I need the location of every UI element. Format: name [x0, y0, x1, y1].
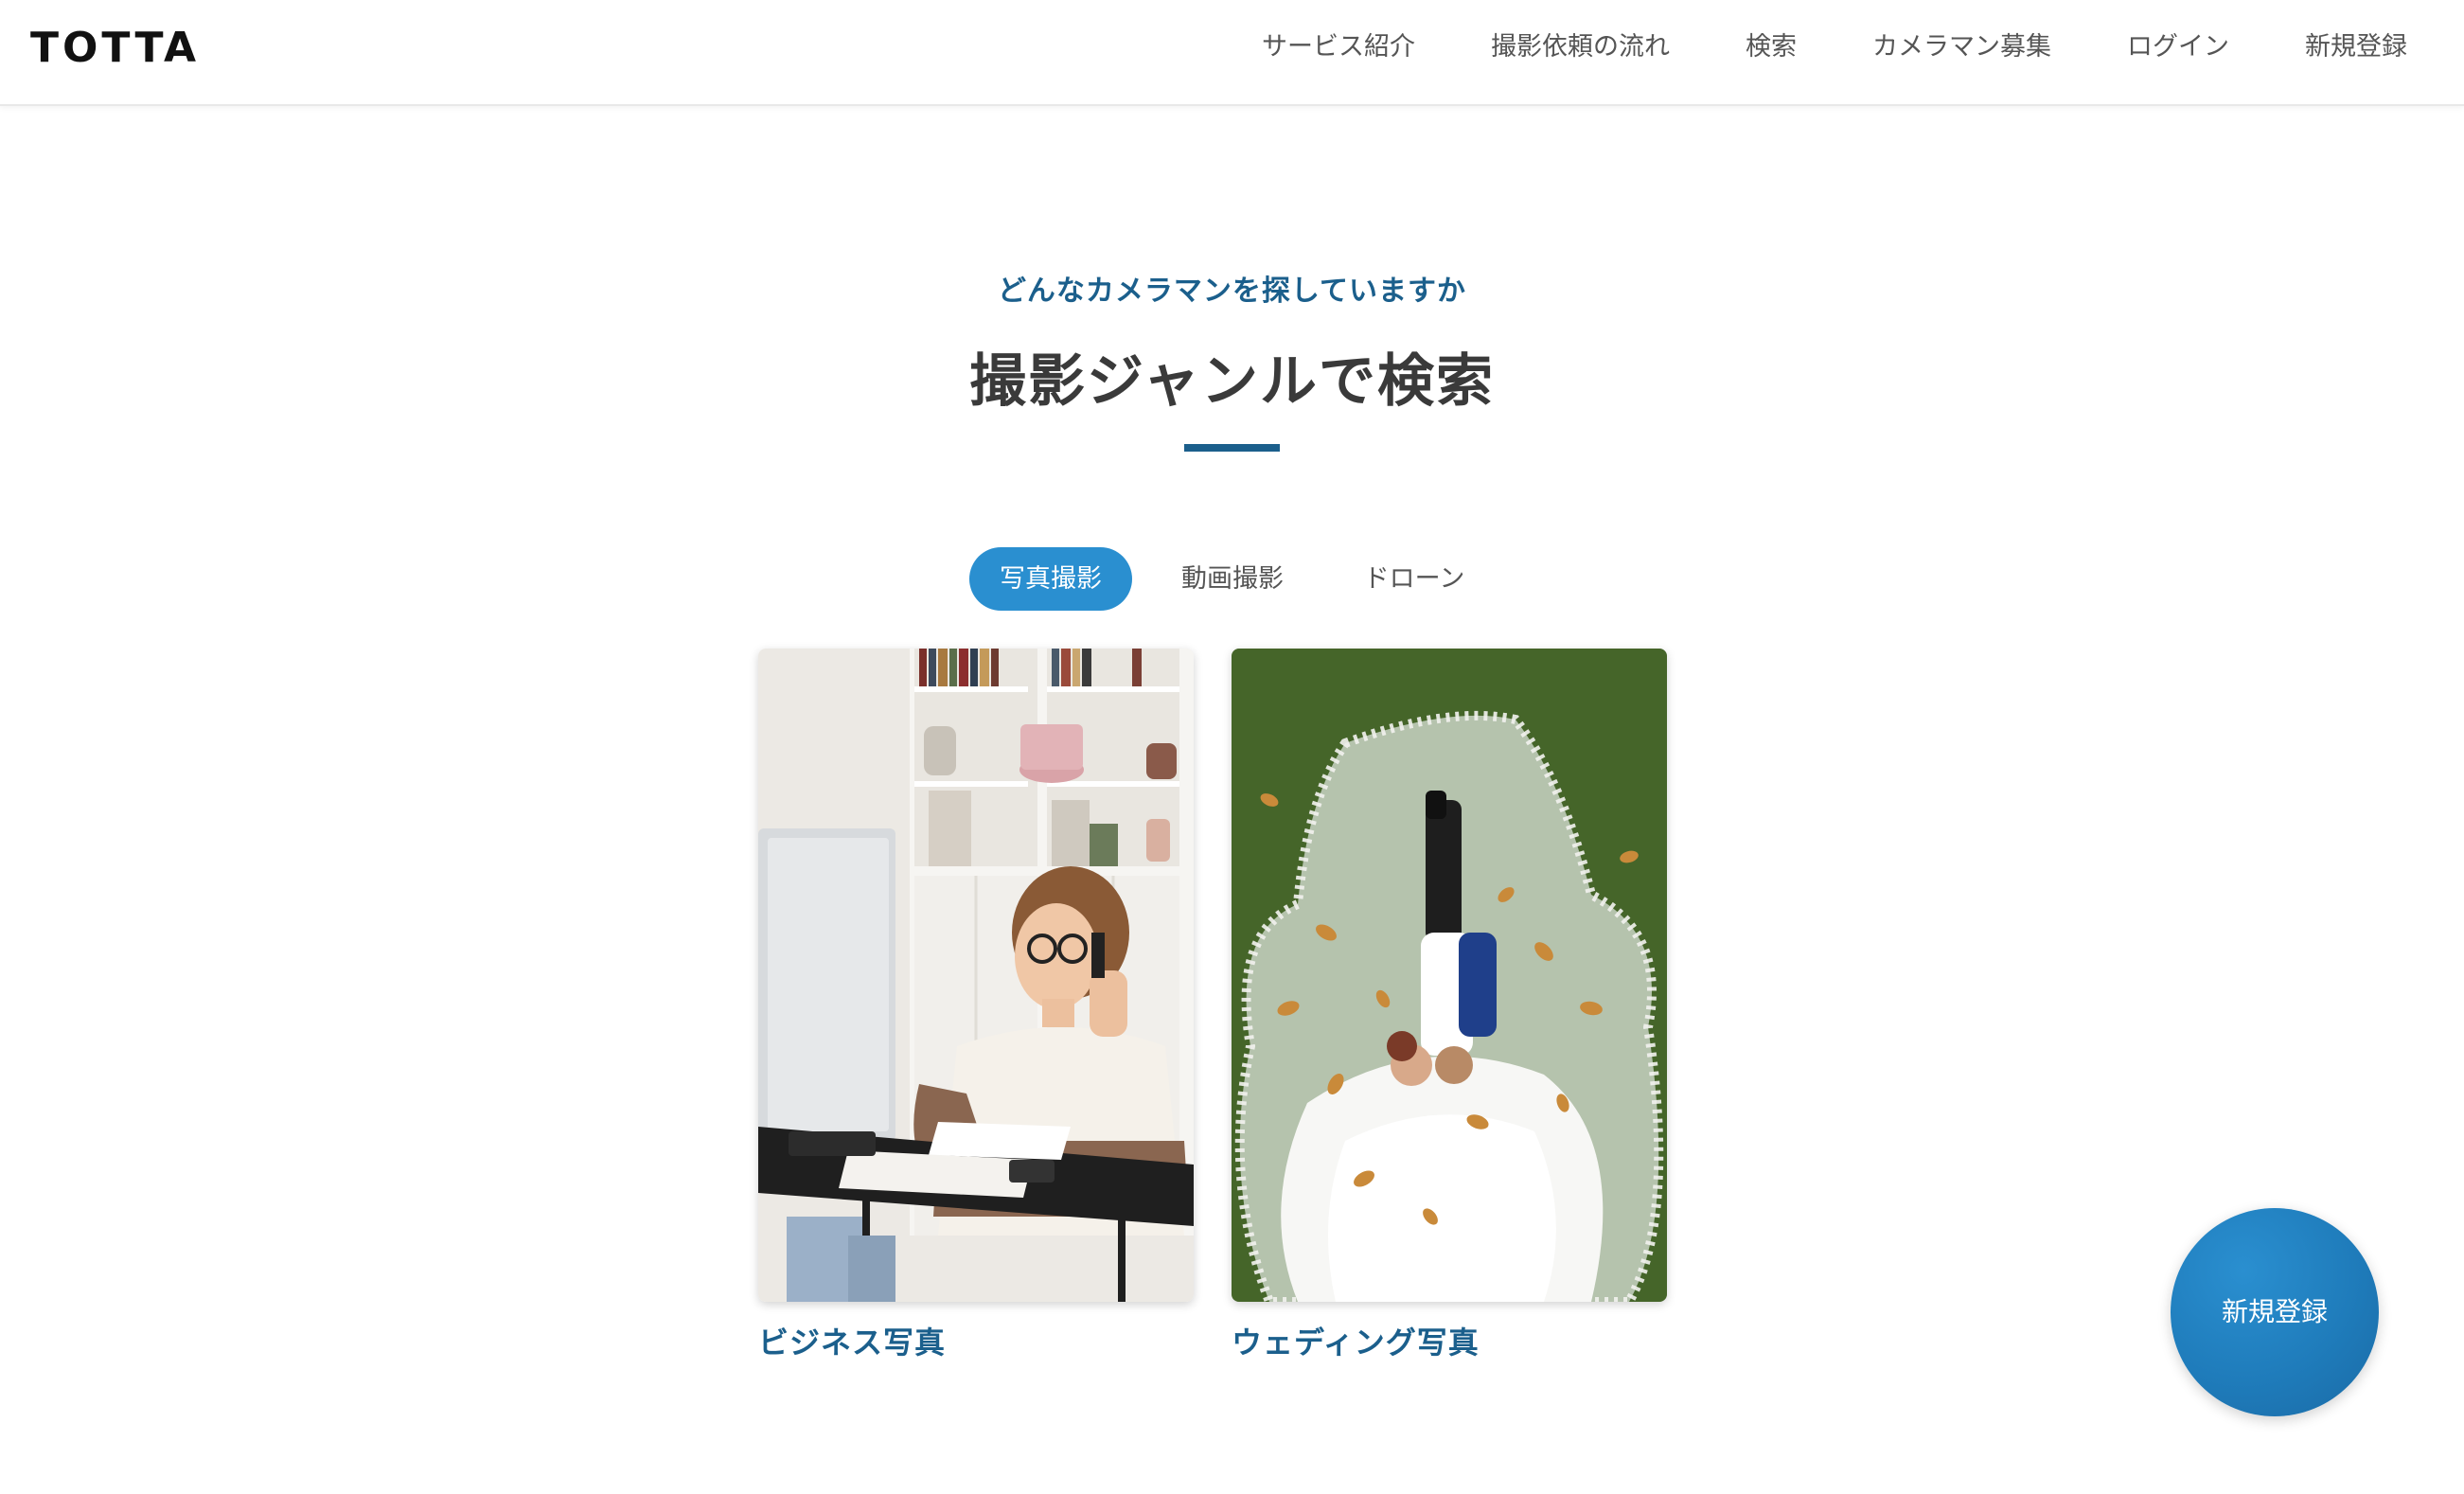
- genre-label-wedding[interactable]: ウェディング写真: [1232, 1319, 1667, 1362]
- business-woman-image: [758, 649, 1194, 1302]
- totta-logo[interactable]: TOTTA: [30, 25, 200, 72]
- section-subtitle: どんなカメラマンを探していますか: [997, 275, 1467, 308]
- nav-login[interactable]: ログイン: [2127, 0, 2229, 95]
- genre-tabs: 写真撮影 動画撮影 ドローン: [0, 547, 2464, 611]
- tab-drone[interactable]: ドローン: [1333, 547, 1496, 611]
- section-title: 撮影ジャンルで検索: [969, 348, 1495, 415]
- site-header: TOTTA サービス紹介 撮影依頼の流れ 検索 カメラマン募集 ログイン 新規登…: [0, 0, 2464, 106]
- nav-request-flow[interactable]: 撮影依頼の流れ: [1491, 0, 1670, 95]
- nav-service-intro[interactable]: サービス紹介: [1262, 0, 1415, 95]
- genre-card-wedding[interactable]: ウェディング写真: [1232, 649, 1667, 1362]
- business-photo[interactable]: [758, 649, 1194, 1302]
- genre-card-business[interactable]: ビジネス写真: [758, 649, 1194, 1362]
- main-nav: サービス紹介 撮影依頼の流れ 検索 カメラマン募集 ログイン 新規登録: [1186, 0, 2407, 95]
- wedding-photo[interactable]: [1232, 649, 1667, 1302]
- tab-video[interactable]: 動画撮影: [1151, 547, 1314, 611]
- nav-photographer-recruit[interactable]: カメラマン募集: [1872, 0, 2051, 95]
- genre-label-business[interactable]: ビジネス写真: [758, 1319, 1194, 1362]
- nav-search[interactable]: 検索: [1746, 0, 1797, 95]
- wedding-couple-image: [1232, 649, 1667, 1302]
- page: TOTTA サービス紹介 撮影依頼の流れ 検索 カメラマン募集 ログイン 新規登…: [0, 0, 2464, 1494]
- floating-signup-button[interactable]: 新規登録: [2171, 1208, 2379, 1416]
- tab-photo[interactable]: 写真撮影: [969, 547, 1132, 611]
- nav-signup[interactable]: 新規登録: [2305, 0, 2407, 95]
- title-underline: [1184, 444, 1280, 452]
